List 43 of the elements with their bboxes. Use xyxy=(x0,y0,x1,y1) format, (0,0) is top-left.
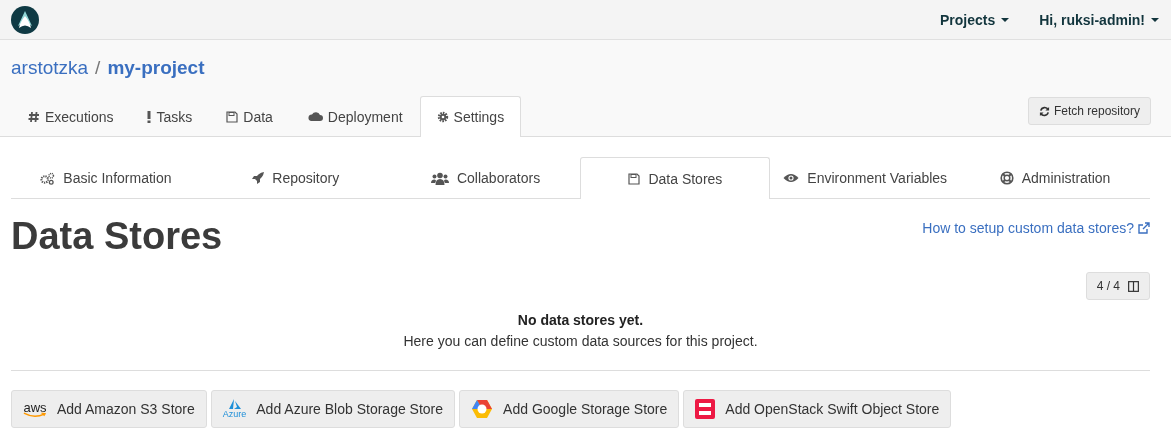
subtab[interactable]: Administration xyxy=(960,157,1150,198)
column-toggle-button[interactable]: 4 / 4 xyxy=(1085,272,1150,300)
fetch-repository-button[interactable]: Fetch repository xyxy=(1027,97,1151,125)
help-link[interactable]: How to setup custom data stores? xyxy=(922,220,1150,236)
exclamation-icon xyxy=(147,110,152,123)
nav-menu[interactable]: Hi, ruksi-admin! xyxy=(1039,11,1159,28)
page-heading: Data Stores xyxy=(11,217,223,255)
empty-state-text: Here you can define custom data sources for this project. xyxy=(402,333,759,349)
add-store-button[interactable]: Add OpenStack Swift Object Store xyxy=(683,390,952,428)
gears-icon xyxy=(40,171,56,185)
columns-icon xyxy=(1128,280,1139,292)
subtab[interactable]: Collaborators xyxy=(390,157,581,198)
eye-icon xyxy=(783,173,800,183)
project-link[interactable]: my-project xyxy=(107,57,205,79)
rocket-icon xyxy=(252,172,265,184)
users-icon xyxy=(430,171,449,185)
life-ring-icon xyxy=(999,171,1014,185)
tab[interactable]: Tasks xyxy=(130,96,210,137)
empty-state-title: No data stores yet. xyxy=(516,312,645,328)
tab[interactable]: Settings xyxy=(419,96,522,137)
tab[interactable]: Data xyxy=(209,96,290,137)
subtab[interactable]: Basic Information xyxy=(11,157,201,198)
logo-icon[interactable] xyxy=(11,5,39,34)
add-store-button[interactable]: Add Google Storage Store xyxy=(459,390,680,428)
subtab[interactable]: Environment Variables xyxy=(770,157,961,198)
owner-link[interactable]: arstotzka xyxy=(11,57,89,79)
hexagon-logo-icon xyxy=(471,399,494,419)
hash-icon xyxy=(28,110,40,123)
tab[interactable]: Executions xyxy=(11,96,131,137)
settings-icon xyxy=(436,111,449,123)
breadcrumb-separator: / xyxy=(95,57,101,79)
subtab[interactable]: Repository xyxy=(200,157,391,198)
add-store-button[interactable]: aws Add Amazon S3 Store xyxy=(11,390,207,428)
openstack-logo-icon xyxy=(695,399,716,419)
subtab[interactable]: Data Stores xyxy=(580,157,771,199)
external-link-icon xyxy=(1138,222,1150,234)
nav-menu[interactable]: Projects xyxy=(939,11,1010,28)
tab[interactable]: Deployment xyxy=(289,96,420,137)
add-store-button[interactable]: Azure Add Azure Blob Storage Store xyxy=(210,390,456,428)
cloud-icon xyxy=(306,111,323,122)
caret-icon xyxy=(1001,17,1010,22)
caret-icon xyxy=(1151,17,1159,22)
refresh-icon xyxy=(1038,105,1050,117)
